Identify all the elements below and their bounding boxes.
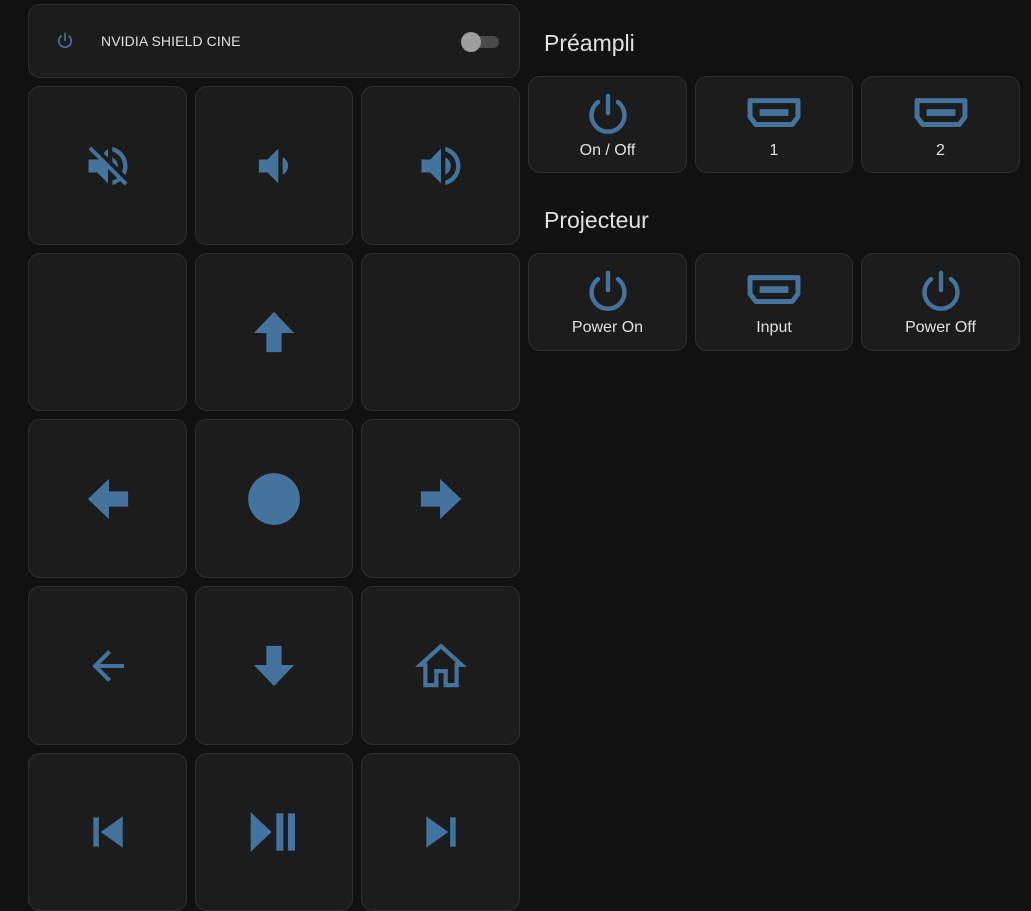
- button-label: Power Off: [905, 319, 976, 336]
- projecteur-power-on-button[interactable]: Power On: [528, 253, 687, 351]
- volume-mute-icon: [88, 146, 128, 185]
- hdmi-port-icon: [747, 98, 801, 128]
- right-button[interactable]: [361, 419, 520, 578]
- preampli-title: Préampli: [544, 30, 635, 56]
- back-button[interactable]: [28, 586, 187, 745]
- play-pause-icon: [250, 812, 295, 852]
- power-icon: [588, 93, 627, 134]
- home-icon: [414, 642, 467, 687]
- hdmi-port-icon: [914, 98, 967, 128]
- play-pause-button[interactable]: [195, 753, 353, 911]
- volume-down-button[interactable]: [195, 86, 353, 245]
- select-button[interactable]: [195, 419, 353, 578]
- preampli-input-1-button[interactable]: 1: [695, 76, 853, 173]
- button-label: 2: [936, 142, 945, 159]
- empty-tile-left: [28, 253, 187, 411]
- down-button[interactable]: [195, 586, 353, 745]
- toggle-knob: [461, 32, 481, 52]
- empty-tile-right: [361, 253, 520, 411]
- previous-button[interactable]: [28, 753, 187, 911]
- button-label: On / Off: [579, 142, 636, 159]
- button-label: 1: [769, 142, 779, 159]
- arrow-right-icon: [420, 478, 461, 519]
- back-arrow-icon: [91, 649, 124, 682]
- left-button[interactable]: [28, 419, 187, 578]
- projecteur-title: Projecteur: [544, 207, 649, 233]
- hdmi-port-icon: [747, 275, 801, 305]
- volume-up-button[interactable]: [361, 86, 520, 245]
- select-circle-icon: [248, 472, 300, 525]
- projecteur-input-button[interactable]: Input: [695, 253, 853, 351]
- volume-down-icon: [258, 148, 289, 183]
- arrow-up-icon: [253, 311, 295, 353]
- media-player-name: NVIDIA SHIELD CINE: [101, 33, 241, 49]
- projecteur-power-off-button[interactable]: Power Off: [861, 253, 1020, 351]
- volume-mute-button[interactable]: [28, 86, 187, 245]
- up-button[interactable]: [195, 253, 353, 411]
- arrow-left-icon: [87, 478, 128, 519]
- volume-up-icon: [421, 146, 460, 185]
- skip-next-icon: [425, 816, 456, 848]
- next-button[interactable]: [361, 753, 520, 911]
- media-player-card: NVIDIA SHIELD CINE: [28, 4, 520, 78]
- button-label: Input: [756, 319, 792, 336]
- preampli-input-2-button[interactable]: 2: [861, 76, 1020, 173]
- home-button[interactable]: [361, 586, 520, 745]
- power-icon: [921, 270, 960, 311]
- button-label: Power On: [571, 319, 644, 336]
- preampli-on-off-button[interactable]: On / Off: [528, 76, 687, 173]
- power-icon[interactable]: [55, 31, 75, 51]
- power-icon: [588, 270, 627, 311]
- media-player-toggle[interactable]: [461, 31, 499, 52]
- arrow-down-icon: [253, 645, 295, 686]
- skip-previous-icon: [92, 816, 123, 848]
